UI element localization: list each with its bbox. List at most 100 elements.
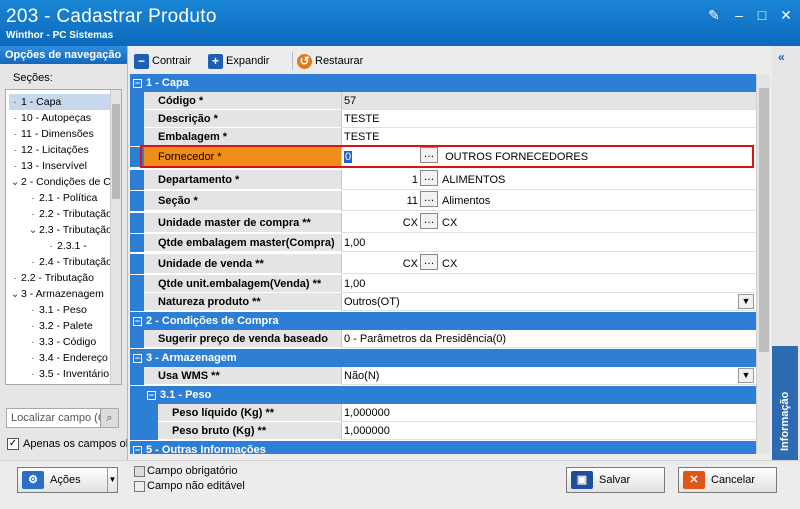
usa-wms-select[interactable]: Não(N) ▼: [341, 367, 756, 385]
acoes-button[interactable]: ⚙ Ações ▼: [17, 467, 118, 493]
tree-item-231[interactable]: · 2.3.1 -: [45, 238, 87, 254]
tree-item-armazenagem[interactable]: ⌄ 3 - Armazenagem: [9, 286, 104, 302]
tree-item-palete[interactable]: · 3.2 - Palete: [27, 318, 92, 334]
ellipsis-button[interactable]: …: [420, 147, 438, 163]
row-peso-bruto: Peso bruto (Kg) ** 1,000000: [130, 422, 756, 440]
label-embalagem: Embalagem *: [144, 128, 341, 146]
input-fornecedor[interactable]: 0: [344, 151, 353, 163]
ellipsis-button[interactable]: …: [420, 254, 438, 270]
tree-item-tributacao-22[interactable]: · 2.2 - Tributação: [27, 206, 112, 222]
input-qtde-emb-master[interactable]: 1,00: [341, 234, 756, 252]
tree-item-politica[interactable]: · 2.1 - Política: [27, 190, 97, 206]
info-panel: « Informação: [772, 46, 800, 496]
input-peso-liquido[interactable]: 1,000000: [341, 404, 756, 422]
category-armazenagem[interactable]: −3 - Armazenagem: [130, 349, 756, 367]
ellipsis-button[interactable]: …: [420, 170, 438, 186]
unid-venda-description: CX: [442, 258, 458, 270]
input-secao[interactable]: 11: [344, 191, 420, 210]
secao-editor: 11… Alimentos: [341, 191, 756, 211]
minus-icon: −: [134, 53, 149, 69]
label-unid-master: Unidade master de compra **: [144, 213, 341, 233]
legend-required-label: Campo obrigatório: [147, 465, 238, 477]
natureza-select[interactable]: Outros(OT) ▼: [341, 293, 756, 311]
contrair-button[interactable]: − Contrair: [134, 52, 191, 70]
tree-item-licitacoes[interactable]: · 12 - Licitações: [9, 142, 88, 158]
navigation-header-label: Opções de navegação: [5, 49, 122, 61]
input-qtde-unit-emb[interactable]: 1,00: [341, 275, 756, 293]
category-condicoes-compra[interactable]: −2 - Condições de Compra: [130, 312, 756, 330]
input-departamento[interactable]: 1: [344, 170, 420, 189]
sugerir-select[interactable]: 0 - Parâmetros da Presidência(0): [341, 330, 756, 348]
restaurar-button[interactable]: ↺ Restaurar: [292, 52, 363, 70]
input-unid-venda[interactable]: CX: [344, 254, 420, 273]
usa-wms-value: Não(N): [344, 370, 380, 382]
label-natureza: Natureza produto **: [144, 293, 341, 311]
tree-scrollbar[interactable]: [110, 90, 121, 384]
search-field-input[interactable]: Localizar campo (Ctrl+F)⌕: [6, 408, 119, 428]
input-embalagem[interactable]: TESTE: [341, 128, 756, 146]
input-unid-master[interactable]: CX: [344, 213, 420, 232]
close-button[interactable]: ✕: [776, 6, 796, 24]
row-embalagem: Embalagem * TESTE: [130, 128, 756, 146]
tree-scrollbar-thumb[interactable]: [112, 104, 120, 199]
tree-item-tributacao-23[interactable]: ⌄ 2.3 - Tributação: [27, 222, 112, 238]
salvar-button[interactable]: ▣ Salvar: [566, 467, 665, 493]
expandir-button[interactable]: + Expandir: [208, 52, 269, 70]
category-capa[interactable]: −1 - Capa: [130, 74, 756, 92]
label-qtde-emb-master: Qtde embalagem master(Compra): [144, 234, 341, 252]
grid-scrollbar[interactable]: [756, 74, 770, 454]
edit-window-icon[interactable]: ✎: [704, 6, 724, 24]
unid-master-description: CX: [442, 217, 458, 229]
value-codigo: 57: [341, 92, 756, 110]
collapse-icon: −: [133, 315, 142, 326]
label-usa-wms: Usa WMS **: [144, 367, 341, 385]
label-secao: Seção *: [144, 191, 341, 211]
maximize-button[interactable]: □: [752, 6, 772, 24]
fornecedor-description: OUTROS FORNECEDORES: [445, 151, 589, 163]
tree-item-inservivel[interactable]: · 13 - Inservível: [9, 158, 87, 174]
ellipsis-button[interactable]: …: [420, 213, 438, 229]
only-required-checkbox[interactable]: ✓ Apenas os campos obrigatórios: [7, 438, 127, 451]
tree-item-capa[interactable]: · 1 - Capa: [9, 94, 110, 110]
tree-item-tributacao-24[interactable]: · 2.4 - Tributação: [27, 254, 112, 270]
chevron-down-icon[interactable]: ▼: [738, 368, 754, 383]
ellipsis-button[interactable]: …: [420, 191, 438, 207]
acoes-label: Ações: [50, 474, 81, 486]
input-peso-bruto[interactable]: 1,000000: [341, 422, 756, 440]
category-outras-informacoes[interactable]: −5 - Outras Informações: [130, 441, 756, 454]
search-icon[interactable]: ⌕: [100, 409, 118, 427]
input-descricao[interactable]: TESTE: [341, 110, 756, 128]
cancelar-button[interactable]: ✕ Cancelar: [678, 467, 777, 493]
tree-item-codigo[interactable]: · 3.3 - Código: [27, 334, 96, 350]
checkbox-checked-icon[interactable]: ✓: [7, 438, 19, 451]
row-sugerir: Sugerir preço de venda baseado 0 - Parâme…: [130, 330, 756, 348]
legend-not-editable-label: Campo não editável: [147, 480, 245, 492]
tree-item-tributacao-2[interactable]: · 2.2 - Tributação: [9, 270, 94, 286]
title-bar: 203 - Cadastrar Produto Winthor - PC Sis…: [0, 0, 800, 46]
window-title: 203 - Cadastrar Produto: [6, 6, 217, 27]
tree-item-condicoes-compra[interactable]: ⌄2 - Condições de Compra: [9, 174, 121, 190]
minimize-button[interactable]: –: [729, 6, 749, 24]
navigation-header: Opções de navegação «: [0, 46, 127, 64]
row-qtde-emb-master: Qtde embalagem master(Compra) 1,00: [130, 234, 756, 252]
tree-item-peso[interactable]: · 3.1 - Peso: [27, 302, 87, 318]
chevron-down-icon[interactable]: ▼: [738, 294, 754, 309]
dropdown-arrow-icon[interactable]: ▼: [107, 468, 117, 492]
row-codigo: Código * 57: [130, 92, 756, 110]
label-fornecedor: Fornecedor *: [144, 147, 341, 167]
plus-icon: +: [208, 53, 223, 69]
tree-item-endereco[interactable]: · 3.4 - Endereço: [27, 350, 108, 366]
category-peso[interactable]: −3.1 - Peso: [144, 386, 756, 404]
unid-venda-editor: CX… CX: [341, 254, 756, 274]
grid-scrollbar-thumb[interactable]: [759, 88, 769, 352]
expand-toggle-icon: ⌄: [10, 288, 20, 300]
collapse-right-icon[interactable]: «: [778, 50, 785, 64]
label-sugerir: Sugerir preço de venda baseado: [144, 330, 341, 348]
tree-item-dimensoes[interactable]: · 11 - Dimensões: [9, 126, 94, 142]
tree-item-autopecas[interactable]: · 10 - Autopeças: [9, 110, 91, 126]
row-fornecedor: Fornecedor * 0 … OUTROS FORNECEDORES: [130, 145, 756, 168]
sections-tree: · 1 - Capa · 10 - Autopeças · 11 - Dimensõe…: [5, 89, 122, 385]
tree-item-inventario[interactable]: · 3.5 - Inventário: [27, 366, 109, 382]
row-peso-liquido: Peso líquido (Kg) ** 1,000000: [130, 404, 756, 422]
natureza-value: Outros(OT): [344, 296, 400, 308]
